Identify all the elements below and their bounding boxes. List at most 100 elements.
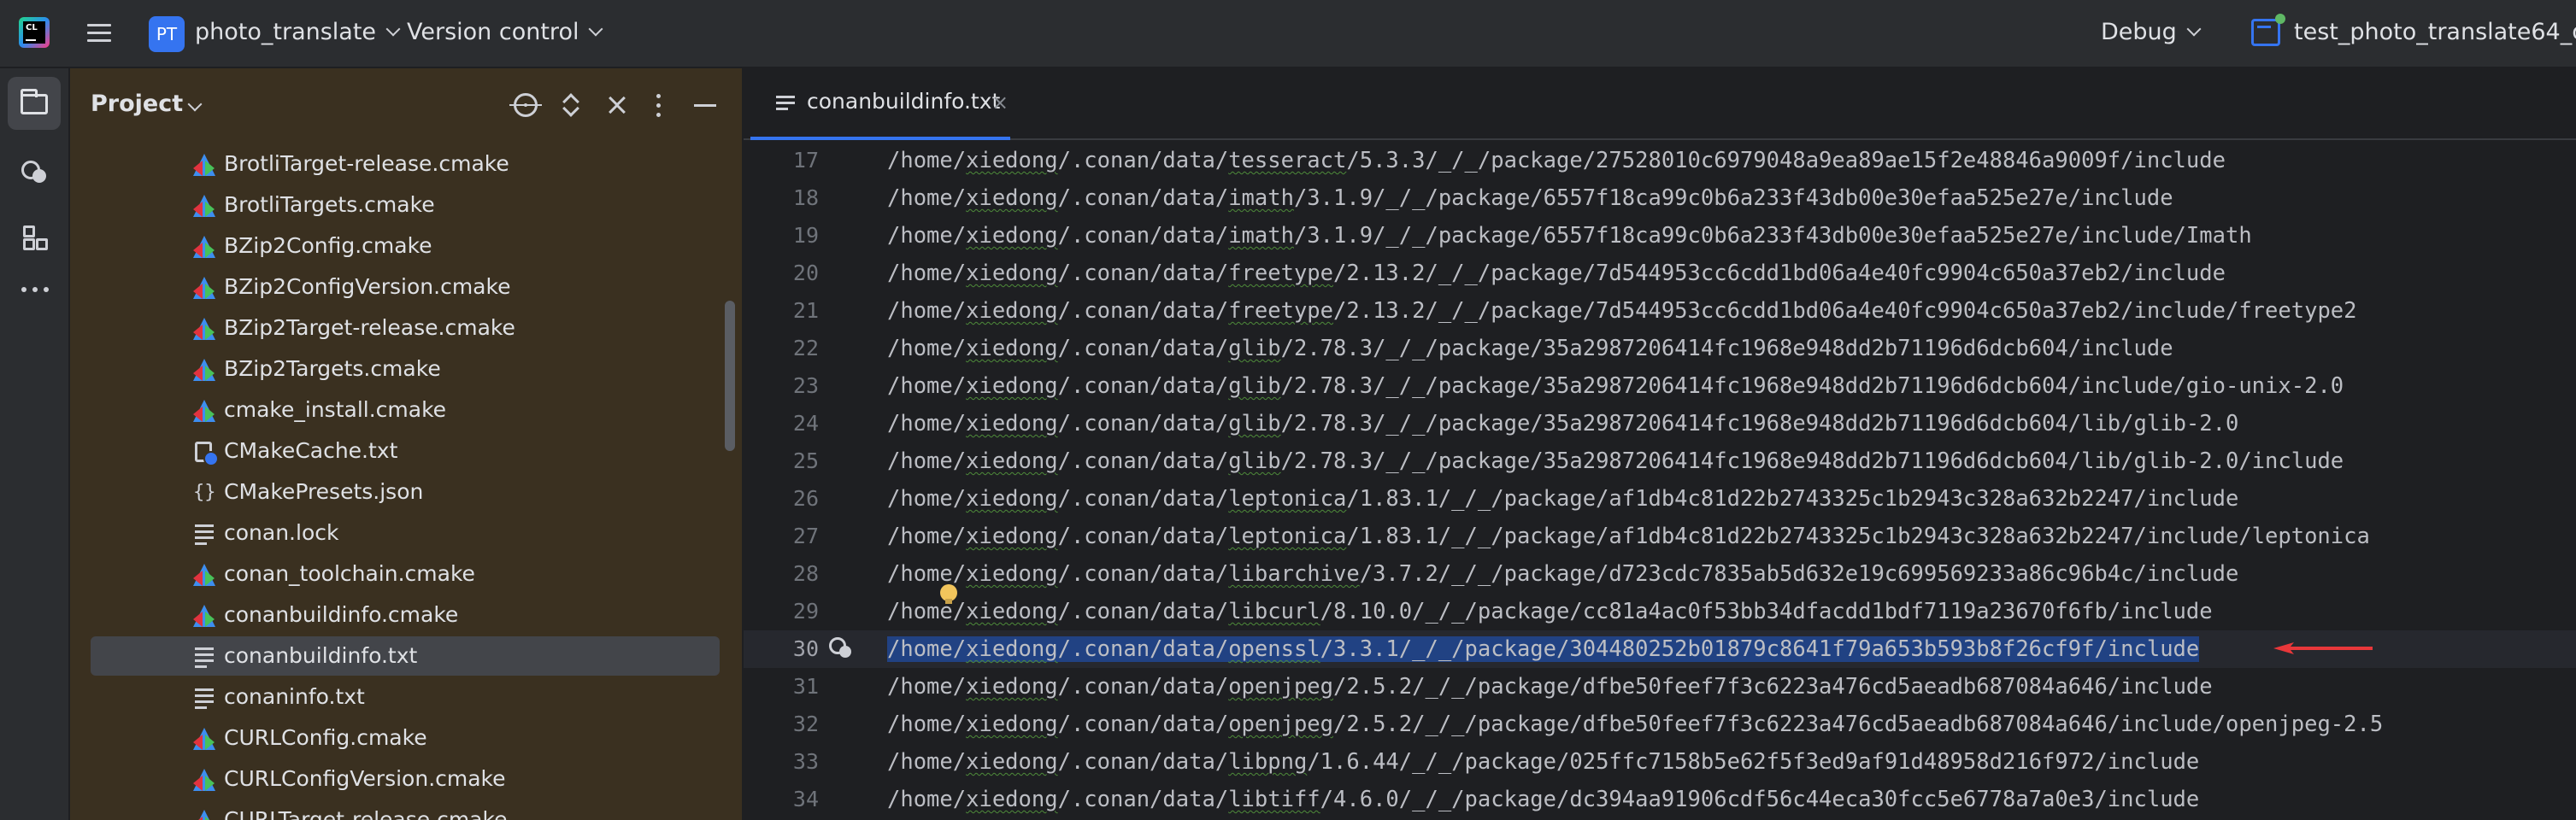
code-view[interactable]: 17/home/xiedong/.conan/data/tesseract/5.… (744, 140, 2576, 820)
code-segment-post: /.conan/data/ (1057, 524, 1229, 549)
tree-item[interactable]: CURLTarget-release.cmake (91, 800, 720, 820)
line-number: 20 (792, 261, 819, 285)
structure-tool-button[interactable] (8, 210, 61, 263)
tree-item[interactable]: conan.lock (91, 513, 720, 553)
tree-item[interactable]: conaninfo.txt (91, 677, 720, 717)
tree-item[interactable]: BrotliTargets.cmake (91, 185, 720, 225)
code-segment-post: /.conan/data/ (1057, 298, 1229, 324)
line-number: 29 (792, 599, 819, 624)
services-tool-button[interactable] (8, 144, 61, 196)
line-number: 24 (792, 411, 819, 436)
options-button[interactable] (644, 91, 673, 120)
code-line[interactable]: 27/home/xiedong/.conan/data/leptonica/1.… (744, 518, 2576, 555)
code-line[interactable]: 31/home/xiedong/.conan/data/openjpeg/2.5… (744, 668, 2576, 706)
tree-item[interactable]: CURLConfig.cmake (91, 718, 720, 758)
code-line[interactable]: 22/home/xiedong/.conan/data/glib/2.78.3/… (744, 330, 2576, 367)
code-line[interactable]: 30/home/xiedong/.conan/data/openssl/3.3.… (744, 630, 2576, 668)
more-tools-button[interactable] (8, 263, 61, 316)
code-segment-post: /.conan/data/ (1057, 148, 1229, 173)
build-config-selector[interactable]: Debug (2101, 19, 2202, 45)
tree-item[interactable]: cmake_install.cmake (91, 390, 720, 430)
tree-item-label: cmake_install.cmake (224, 397, 447, 422)
code-segment-rest: /2.5.2/_/_/package/dfbe50feef7f3c6223a47… (1333, 674, 2213, 700)
code-segment-user: xiedong (966, 712, 1058, 737)
tree-item[interactable]: BZip2Targets.cmake (91, 349, 720, 389)
project-scrollbar[interactable] (725, 301, 735, 451)
line-number: 34 (792, 787, 819, 811)
code-line[interactable]: 18/home/xiedong/.conan/data/imath/3.1.9/… (744, 179, 2576, 217)
code-line[interactable]: 17/home/xiedong/.conan/data/tesseract/5.… (744, 142, 2576, 179)
code-text: /home/xiedong/.conan/data/glib/2.78.3/_/… (887, 411, 2238, 436)
chevron-down-icon (385, 21, 401, 37)
title-bar: CL PT photo_translate Version control De… (0, 0, 2576, 68)
lightbulb-icon[interactable] (940, 584, 957, 604)
code-segment-pkg: tesseract (1228, 148, 1347, 173)
code-line[interactable]: 34/home/xiedong/.conan/data/libtiff/4.6.… (744, 781, 2576, 818)
code-line[interactable]: 25/home/xiedong/.conan/data/glib/2.78.3/… (744, 442, 2576, 480)
code-line[interactable]: 26/home/xiedong/.conan/data/leptonica/1.… (744, 480, 2576, 518)
code-segment-post: /.conan/data/ (1057, 749, 1229, 775)
vcs-menu[interactable]: Version control (407, 19, 603, 45)
tree-item-label: CURLConfigVersion.cmake (224, 766, 506, 791)
code-line[interactable]: 20/home/xiedong/.conan/data/freetype/2.1… (744, 255, 2576, 292)
text-file-icon (193, 646, 215, 668)
run-config-selector[interactable]: test_photo_translate64_d (2294, 19, 2576, 45)
code-segment-user: xiedong (966, 674, 1058, 700)
tree-item[interactable]: BZip2Target-release.cmake (91, 308, 720, 348)
hide-panel-button[interactable] (691, 91, 720, 120)
app-logo-icon[interactable]: CL (19, 17, 50, 48)
tree-item[interactable]: CURLConfigVersion.cmake (91, 759, 720, 799)
ai-assistant-icon[interactable] (829, 636, 855, 661)
code-line[interactable]: 32/home/xiedong/.conan/data/openjpeg/2.5… (744, 706, 2576, 743)
panel-title[interactable]: Project (91, 91, 183, 117)
tree-item[interactable]: BZip2ConfigVersion.cmake (91, 267, 720, 307)
project-badge[interactable]: PT (149, 16, 185, 52)
main-menu-icon[interactable] (85, 20, 113, 46)
tree-item-label: CMakePresets.json (224, 479, 424, 504)
tree-item[interactable]: {} CMakePresets.json (91, 472, 720, 512)
code-segment-post: /.conan/data/ (1057, 787, 1229, 812)
code-line[interactable]: 28/home/xiedong/.conan/data/libarchive/3… (744, 555, 2576, 593)
code-segment-pre: /home/ (887, 185, 967, 211)
code-text: /home/xiedong/.conan/data/glib/2.78.3/_/… (887, 448, 2344, 474)
code-line[interactable]: 24/home/xiedong/.conan/data/glib/2.78.3/… (744, 405, 2576, 442)
code-line[interactable]: 19/home/xiedong/.conan/data/imath/3.1.9/… (744, 217, 2576, 255)
chevron-down-icon[interactable] (187, 97, 203, 112)
code-text: /home/xiedong/.conan/data/libcurl/8.10.0… (887, 599, 2213, 624)
expand-all-button[interactable] (556, 91, 585, 120)
locate-file-button[interactable] (509, 91, 542, 120)
selection-highlight: /home/xiedong/.conan/data/openssl/3.3.1/… (887, 636, 2200, 662)
collapse-all-icon (609, 90, 626, 120)
code-line[interactable]: 23/home/xiedong/.conan/data/glib/2.78.3/… (744, 367, 2576, 405)
editor-area: conanbuildinfo.txt × 17/home/xiedong/.co… (744, 68, 2576, 820)
tree-item[interactable]: CMakeCache.txt (91, 431, 720, 471)
code-segment-post: /.conan/data/ (1057, 223, 1229, 249)
code-segment-post: /.conan/data/ (1057, 599, 1229, 624)
tree-item[interactable]: conanbuildinfo.cmake (91, 595, 720, 635)
code-line[interactable]: 21/home/xiedong/.conan/data/freetype/2.1… (744, 292, 2576, 330)
project-panel-header: Project (70, 68, 742, 142)
cmake-icon (193, 728, 215, 750)
code-text: /home/xiedong/.conan/data/libarchive/3.7… (887, 561, 2238, 587)
code-line[interactable]: 33/home/xiedong/.conan/data/libpng/1.6.4… (744, 743, 2576, 781)
tree-item[interactable]: conan_toolchain.cmake (91, 554, 720, 594)
project-tool-button[interactable] (8, 77, 61, 130)
line-number: 22 (792, 336, 819, 360)
code-segment-rest: /2.78.3/_/_/package/35a2987206414fc1968e… (1280, 411, 2239, 436)
code-line[interactable]: 29/home/xiedong/.conan/data/libcurl/8.10… (744, 584, 2576, 630)
code-segment-pkg: freetype (1228, 298, 1334, 324)
collapse-all-button[interactable] (602, 90, 631, 120)
project-switcher[interactable]: photo_translate (195, 19, 401, 45)
cmake-icon (193, 277, 215, 299)
code-text: /home/xiedong/.conan/data/libtiff/4.6.0/… (887, 787, 2199, 812)
tree-item[interactable]: BZip2Config.cmake (91, 226, 720, 266)
line-number: 31 (792, 674, 819, 699)
code-segment-pkg: imath (1228, 223, 1294, 249)
editor-tab[interactable]: conanbuildinfo.txt × (750, 68, 1010, 140)
tree-item[interactable]: conanbuildinfo.txt (91, 636, 720, 676)
tree-item[interactable]: BrotliTarget-release.cmake (91, 144, 720, 184)
text-file-icon (193, 687, 215, 709)
close-icon[interactable]: × (991, 91, 1009, 114)
run-config-icon (2251, 14, 2285, 46)
code-segment-pkg: libpng (1228, 749, 1308, 775)
